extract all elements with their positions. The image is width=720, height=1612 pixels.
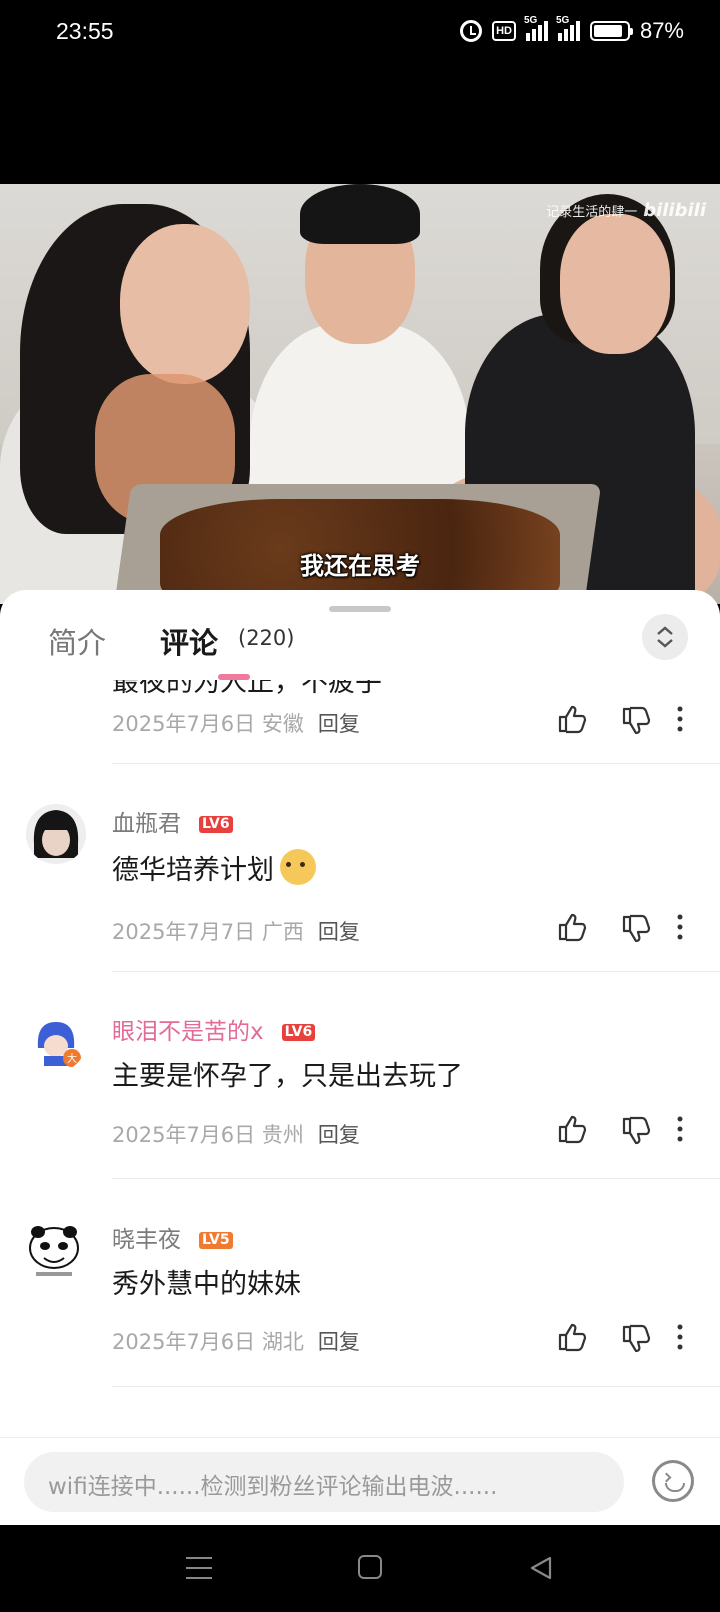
tab-intro[interactable]: 简介	[48, 620, 106, 662]
reply-button[interactable]: 回复	[318, 712, 360, 736]
level-badge: LV5	[199, 1232, 233, 1249]
more-icon[interactable]	[670, 1112, 690, 1146]
comment-list[interactable]: 最夜的为人正，不疲乎 2025年7月6日 安徽 回复 血瓶君 LV6 德华培养计划 …	[0, 680, 720, 1525]
like-icon[interactable]	[555, 1112, 589, 1146]
hd-icon: HD	[492, 21, 516, 41]
like-icon[interactable]	[555, 1320, 589, 1354]
video-watermark: 记录生活的肆一 bilibili	[546, 200, 706, 221]
comment-username[interactable]: 血瓶君 LV6	[112, 804, 233, 838]
like-icon[interactable]	[555, 702, 589, 736]
comment-meta: 2025年7月6日 湖北 回复	[112, 1330, 360, 1354]
like-icon[interactable]	[555, 910, 589, 944]
more-icon[interactable]	[670, 1320, 690, 1354]
comment-text: 秀外慧中的妹妹	[112, 1269, 301, 1300]
divider	[112, 1386, 720, 1387]
comments-count: (220)	[238, 626, 295, 650]
level-badge: LV6	[281, 1024, 316, 1041]
tab-comments[interactable]: 评论	[160, 620, 218, 662]
reply-button[interactable]: 回复	[318, 920, 360, 944]
status-bar: 23:55 HD 5G 5G 87%	[0, 0, 720, 64]
comment-input[interactable]: wifi连接中......检测到粉丝评论输出电波......	[24, 1452, 624, 1512]
comment-input-bar: wifi连接中......检测到粉丝评论输出电波......	[0, 1437, 720, 1525]
dislike-icon[interactable]	[619, 1322, 653, 1356]
reply-button[interactable]: 回复	[318, 1330, 360, 1354]
more-icon[interactable]	[670, 702, 690, 736]
tab-bar: 简介 评论 (220)	[0, 590, 720, 680]
comment-username[interactable]: 眼泪不是苦的x LV6	[112, 1012, 316, 1046]
comment-text: 德华培养计划	[112, 848, 316, 887]
nav-back-icon[interactable]	[528, 1555, 554, 1581]
expand-collapse-icon	[657, 626, 673, 648]
signal-icon: 5G	[524, 15, 548, 41]
avatar[interactable]	[26, 804, 86, 864]
signal-icon: 5G	[556, 15, 580, 41]
reply-button[interactable]: 回复	[318, 1123, 360, 1147]
expand-collapse-button[interactable]	[642, 614, 688, 660]
svg-text:大: 大	[67, 1052, 77, 1065]
divider	[112, 971, 720, 972]
dislike-icon[interactable]	[619, 1114, 653, 1148]
dislike-icon[interactable]	[619, 912, 653, 946]
nav-menu-icon[interactable]	[186, 1557, 212, 1579]
status-icons: HD 5G 5G 87%	[460, 15, 684, 44]
comment-text: 最夜的为人正，不疲乎	[112, 680, 382, 698]
video-subtitle: 我还在思考	[300, 552, 420, 580]
alarm-icon	[460, 20, 483, 42]
comment-meta: 2025年7月6日 贵州 回复	[112, 1123, 360, 1147]
comment-meta: 2025年7月6日 安徽 回复	[112, 712, 360, 736]
dislike-icon[interactable]	[619, 704, 653, 738]
battery-percent: 87%	[639, 18, 684, 43]
more-icon[interactable]	[670, 910, 690, 944]
comment-username[interactable]: 晓丰夜 LV5	[112, 1220, 233, 1254]
comment-text: 主要是怀孕了，只是出去玩了	[112, 1061, 463, 1092]
avatar[interactable]: 大	[26, 1012, 86, 1072]
nav-home-icon[interactable]	[358, 1555, 382, 1579]
comment-meta: 2025年7月7日 广西 回复	[112, 920, 360, 944]
status-time: 23:55	[56, 18, 114, 44]
battery-icon	[589, 21, 633, 41]
avatar[interactable]	[26, 1220, 82, 1280]
level-badge: LV6	[199, 816, 233, 833]
emoji-icon[interactable]	[652, 1460, 694, 1502]
doge-emoji-icon	[280, 849, 316, 885]
comment-sheet: 简介 评论 (220) 最夜的为人正，不疲乎 2025年7月6日 安徽 回复 血瓶…	[0, 590, 720, 1525]
video-player[interactable]: 记录生活的肆一 bilibili 我还在思考	[0, 184, 720, 604]
system-nav-bar	[0, 1525, 720, 1612]
divider	[112, 1178, 720, 1179]
divider	[112, 763, 720, 764]
